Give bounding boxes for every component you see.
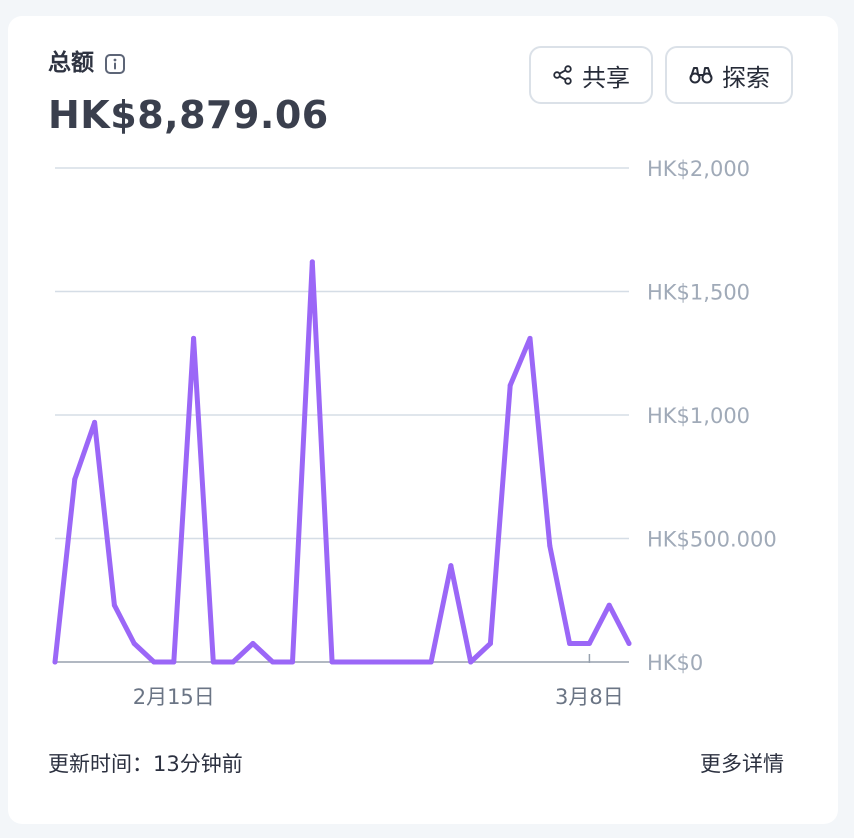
y-tick-label: HK$500.000 xyxy=(647,528,777,552)
data-point xyxy=(527,335,533,341)
y-tick-label: HK$1,000 xyxy=(647,404,750,428)
update-status: 更新时间： 13分钟前 xyxy=(48,748,243,778)
data-point xyxy=(487,640,493,646)
data-point xyxy=(468,659,474,665)
data-point xyxy=(290,659,296,665)
data-point xyxy=(586,640,592,646)
data-point xyxy=(230,659,236,665)
data-point xyxy=(329,659,335,665)
data-point xyxy=(210,659,216,665)
updated-value: 13分钟前 xyxy=(153,752,243,776)
more-details-link[interactable]: 更多详情 xyxy=(700,748,784,778)
data-point xyxy=(388,659,394,665)
data-point xyxy=(408,659,414,665)
data-point xyxy=(369,659,375,665)
updated-label: 更新时间： xyxy=(48,752,153,776)
y-tick-label: HK$0 xyxy=(647,651,703,675)
data-point xyxy=(547,543,553,549)
data-point xyxy=(52,659,58,665)
data-point xyxy=(171,659,177,665)
data-point xyxy=(507,382,513,388)
data-point xyxy=(131,640,137,646)
data-point xyxy=(309,259,315,265)
data-point xyxy=(72,476,78,482)
x-tick-label: 3月8日 xyxy=(555,685,624,709)
data-point xyxy=(448,563,454,569)
data-point xyxy=(151,659,157,665)
total-card: 总额 HK$8,879.06 共享 探索 HK$0 HK$500.000 HK$… xyxy=(8,16,838,824)
x-tick-label: 2月15日 xyxy=(133,685,215,709)
data-point xyxy=(428,659,434,665)
data-point xyxy=(626,640,632,646)
data-point xyxy=(567,640,573,646)
data-point xyxy=(111,602,117,608)
data-point xyxy=(606,602,612,608)
line-chart: HK$0 HK$500.000 HK$1,000 HK$1,500 HK$2,000 2月… xyxy=(52,157,777,709)
y-tick-label: HK$2,000 xyxy=(647,157,750,181)
data-point xyxy=(92,419,98,425)
data-point xyxy=(250,640,256,646)
series-line xyxy=(52,259,632,665)
data-point xyxy=(349,659,355,665)
y-tick-label: HK$1,500 xyxy=(647,281,750,305)
data-point xyxy=(191,335,197,341)
data-point xyxy=(270,659,276,665)
